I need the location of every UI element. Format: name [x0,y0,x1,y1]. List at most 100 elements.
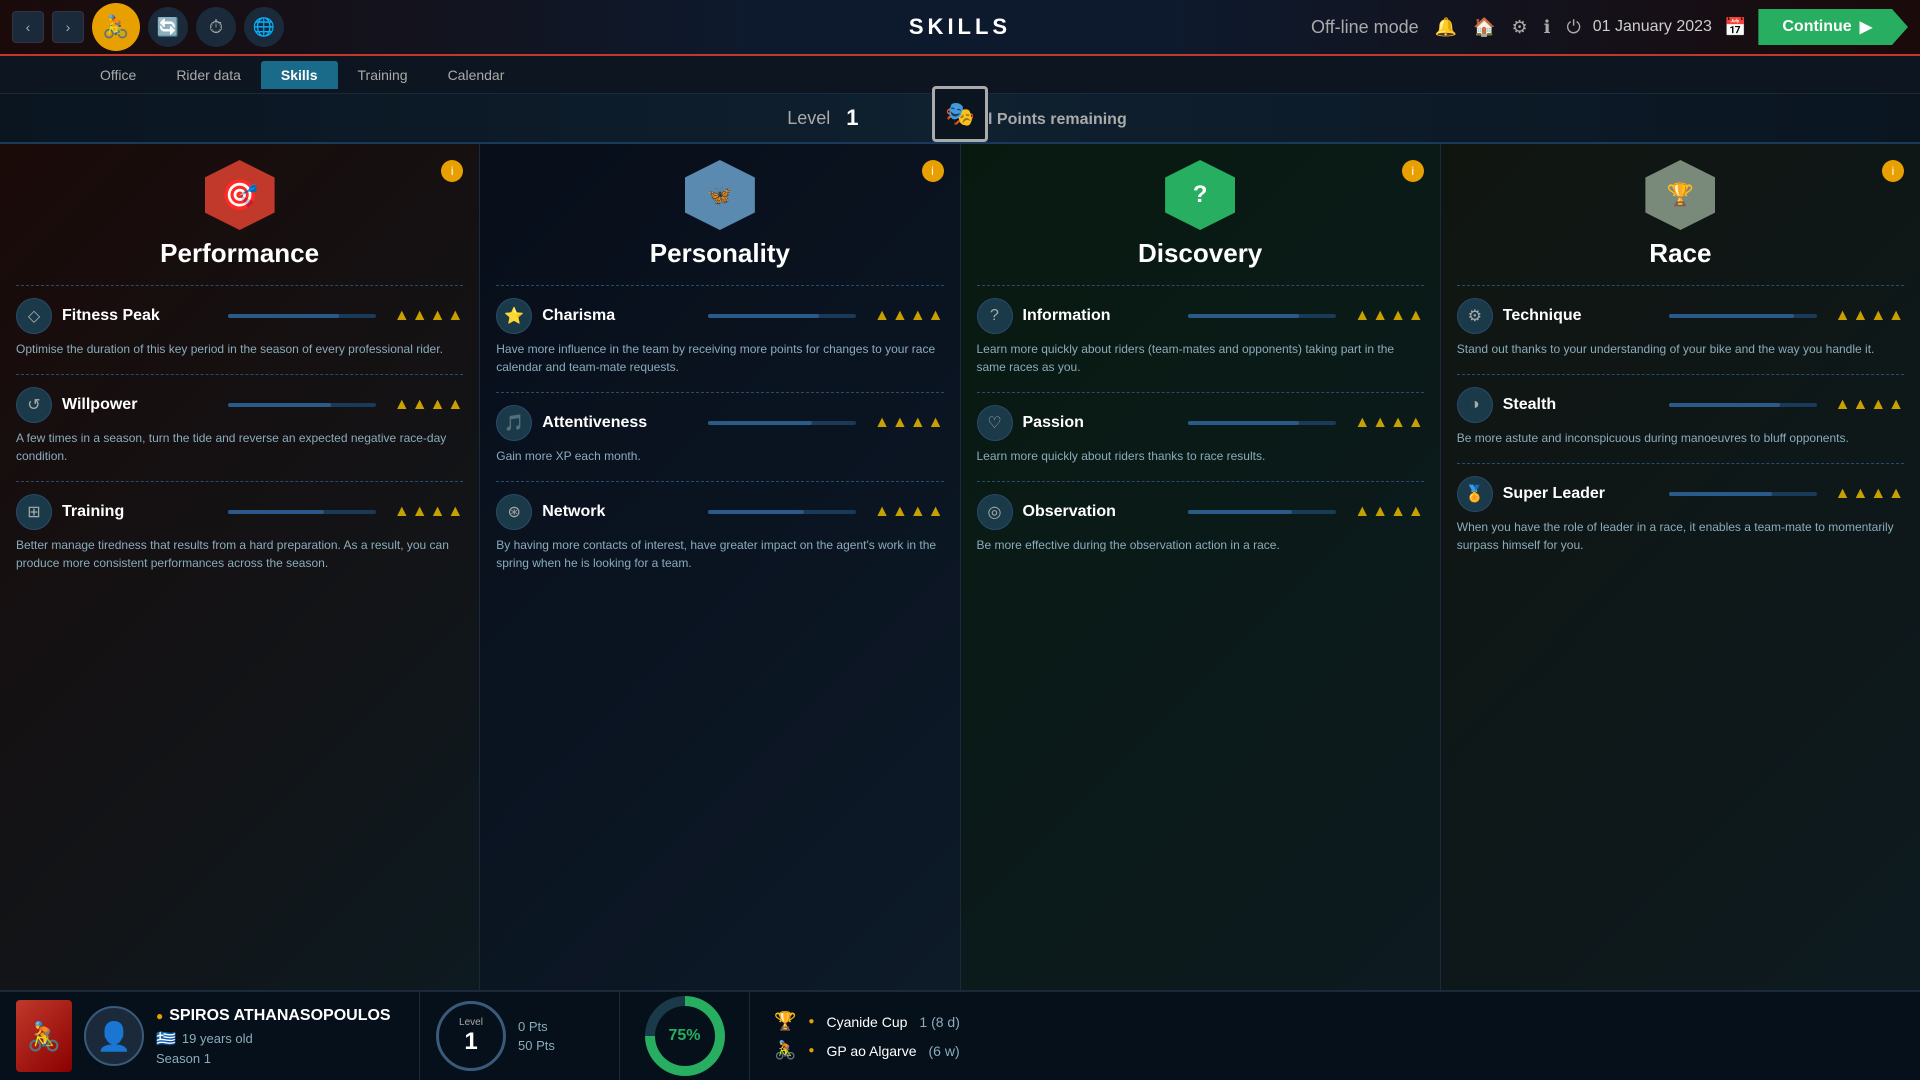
player-section: 🚴 👤 ● SPIROS ATHANASOPOULOS 🇬🇷 19 years … [0,992,420,1080]
super-leader-icon: 🏅 [1457,476,1493,512]
level-pts-50: 50 Pts [518,1038,555,1053]
skill-charisma-header: ⭐ Charisma ▲▲▲▲ [496,298,943,334]
passion-icon: ♡ [977,405,1013,441]
training-triangles: ▲▲▲▲ [394,504,463,520]
willpower-triangles: ▲▲▲▲ [394,397,463,413]
performance-info-button[interactable]: i [441,160,463,182]
info-icon[interactable]: ℹ [1544,17,1551,38]
skill-super-leader: 🏅 Super Leader ▲▲▲▲ When you have the ro… [1457,476,1904,554]
power-icon[interactable]: ⏻ [1566,17,1580,38]
passion-triangles: ▲▲▲▲ [1354,415,1423,431]
player-name: SPIROS ATHANASOPOULOS [169,1007,390,1025]
technique-icon: ⚙ [1457,298,1493,334]
observation-desc: Be more effective during the observation… [977,536,1424,554]
page-title: SKILLS [909,14,1011,40]
trophy-icon: 🏆 [774,1011,796,1032]
charisma-desc: Have more influence in the team by recei… [496,340,943,376]
race-name-0: Cyanide Cup [826,1014,907,1030]
skill-passion: ♡ Passion ▲▲▲▲ Learn more quickly about … [977,405,1424,465]
bike-icon[interactable]: 🔄 [148,7,188,47]
skill-attentiveness: 🎵 Attentiveness ▲▲▲▲ Gain more XP each m… [496,405,943,465]
stealth-name: Stealth [1503,396,1651,414]
player-age: 19 years old [182,1031,253,1046]
race-hex-icon: 🏆 [1645,160,1715,230]
nav-forward-button[interactable]: › [52,11,84,43]
clock-icon[interactable]: ⏱ [196,7,236,47]
personality-info-button[interactable]: i [922,160,944,182]
fitness-peak-desc: Optimise the duration of this key period… [16,340,463,358]
attentiveness-triangles: ▲▲▲▲ [874,415,943,431]
tab-calendar[interactable]: Calendar [428,61,525,89]
skill-training-header: ⊞ Training ▲▲▲▲ [16,494,463,530]
settings-icon[interactable]: ⚙ [1512,17,1528,38]
level-number: 1 [846,105,858,131]
level-section: Level 1 0 Pts 50 Pts [420,992,620,1080]
super-leader-desc: When you have the role of leader in a ra… [1457,518,1904,554]
top-bar-right: Off-line mode 🔔 🏠 ⚙ ℹ ⏻ 01 January 2023 … [1311,9,1908,45]
personality-title: Personality [650,238,790,269]
skill-technique: ⚙ Technique ▲▲▲▲ Stand out thanks to you… [1457,298,1904,358]
technique-name: Technique [1503,307,1651,325]
stealth-desc: Be more astute and inconspicuous during … [1457,429,1904,447]
skill-information: ? Information ▲▲▲▲ Learn more quickly ab… [977,298,1424,376]
attentiveness-name: Attentiveness [542,414,690,432]
skill-willpower: ↺ Willpower ▲▲▲▲ A few times in a season… [16,387,463,465]
skill-stealth: ◑ Stealth ▲▲▲▲ Be more astute and incons… [1457,387,1904,447]
rider-icon[interactable]: 🚴 [92,3,140,51]
observation-name: Observation [1023,503,1171,521]
main-content: 🎯 Performance i ◇ Fitness Peak ▲▲▲▲ Opti… [0,144,1920,990]
race-item-1: 🚴 ● GP ao Algarve (6 w) [774,1040,1896,1061]
race-title: Race [1649,238,1711,269]
top-bar: ‹ › 🚴 🔄 ⏱ 🌐 SKILLS Off-line mode 🔔 🏠 ⚙ ℹ… [0,0,1920,56]
continue-button[interactable]: Continue ▶ [1758,9,1908,45]
rider-center-icon: 🎭 [932,86,988,142]
fitness-peak-name: Fitness Peak [62,307,210,325]
network-desc: By having more contacts of interest, hav… [496,536,943,572]
calendar-icon[interactable]: 📅 [1724,17,1746,38]
skill-observation-header: ◎ Observation ▲▲▲▲ [977,494,1424,530]
passion-name: Passion [1023,414,1171,432]
level-label: Level [787,108,830,129]
charisma-name: Charisma [542,307,690,325]
tab-office[interactable]: Office [80,61,156,89]
bell-icon[interactable]: 🔔 [1435,17,1457,38]
race-info-button[interactable]: i [1882,160,1904,182]
information-triangles: ▲▲▲▲ [1354,308,1423,324]
skill-technique-header: ⚙ Technique ▲▲▲▲ [1457,298,1904,334]
technique-desc: Stand out thanks to your understanding o… [1457,340,1904,358]
cycling-icon: 🚴 [774,1040,796,1061]
skill-training: ⊞ Training ▲▲▲▲ Better manage tiredness … [16,494,463,572]
skill-fitness-peak: ◇ Fitness Peak ▲▲▲▲ Optimise the duratio… [16,298,463,358]
tab-skills[interactable]: Skills [261,61,338,89]
training-desc: Better manage tiredness that results fro… [16,536,463,572]
home-icon[interactable]: 🏠 [1473,17,1495,38]
charisma-triangles: ▲▲▲▲ [874,308,943,324]
level-bar: Level 1 🎭 0 Skill Points remaining [0,94,1920,144]
skill-fitness-peak-header: ◇ Fitness Peak ▲▲▲▲ [16,298,463,334]
race-time-0: 1 (8 d) [919,1014,959,1030]
network-icon: ⊛ [496,494,532,530]
skill-attentiveness-header: 🎵 Attentiveness ▲▲▲▲ [496,405,943,441]
player-info: ● SPIROS ATHANASOPOULOS 🇬🇷 19 years old … [156,1007,403,1066]
player-avatar: 👤 [84,1006,144,1066]
race-dot-0: ● [808,1016,814,1027]
race-time-1: (6 w) [929,1043,960,1059]
skill-super-leader-header: 🏅 Super Leader ▲▲▲▲ [1457,476,1904,512]
column-discovery: ? Discovery i ? Information ▲▲▲▲ Learn m… [961,144,1441,990]
performance-hex-icon: 🎯 [205,160,275,230]
discovery-info-button[interactable]: i [1402,160,1424,182]
training-name: Training [62,503,210,521]
observation-triangles: ▲▲▲▲ [1354,504,1423,520]
nav-back-button[interactable]: ‹ [12,11,44,43]
player-kit: 🚴 [16,1000,72,1072]
information-desc: Learn more quickly about riders (team-ma… [977,340,1424,376]
super-leader-triangles: ▲▲▲▲ [1835,486,1904,502]
discovery-header: ? Discovery i [977,160,1424,269]
tab-training[interactable]: Training [338,61,428,89]
globe-icon[interactable]: 🌐 [244,7,284,47]
races-section: 🏆 ● Cyanide Cup 1 (8 d) 🚴 ● GP ao Algarv… [750,992,1920,1080]
network-name: Network [542,503,690,521]
level-pts-0: 0 Pts [518,1019,555,1034]
tab-rider-data[interactable]: Rider data [156,61,261,89]
progress-percent: 75% [655,1006,715,1066]
